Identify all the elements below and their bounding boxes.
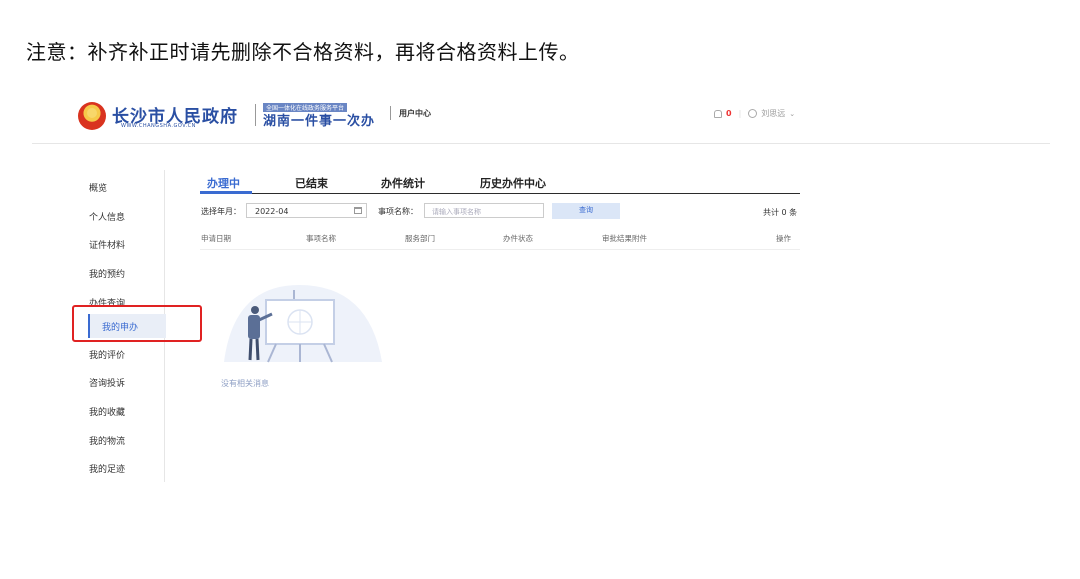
active-tab-indicator xyxy=(200,191,252,194)
column-header-attachment: 审批结果附件 xyxy=(602,234,647,243)
header-divider-line xyxy=(32,143,1050,144)
highlight-box xyxy=(72,305,202,342)
bell-icon[interactable] xyxy=(714,109,722,118)
date-value: 2022-04 xyxy=(255,207,289,216)
tab-bar-line xyxy=(200,193,800,194)
sidebar-item-my-reviews[interactable]: 我的评价 xyxy=(89,348,125,361)
tab-finished[interactable]: 已结束 xyxy=(295,175,328,191)
column-header-name: 事项名称 xyxy=(306,234,336,243)
header-divider: | xyxy=(738,109,742,118)
item-name-input[interactable] xyxy=(424,203,544,218)
header-divider xyxy=(390,106,391,120)
sidebar-item-appointments[interactable]: 我的预约 xyxy=(89,267,125,280)
sidebar-item-logistics[interactable]: 我的物流 xyxy=(89,434,125,447)
empty-state-illustration xyxy=(224,285,382,363)
user-icon xyxy=(748,109,758,118)
tab-history-center[interactable]: 历史办件中心 xyxy=(480,175,546,191)
header-user-area: 0 | 刘思远 ⌄ xyxy=(714,108,795,119)
column-header-action: 操作 xyxy=(776,234,791,243)
date-picker[interactable]: 2022-04 xyxy=(246,203,367,218)
page-title: 用户中心 xyxy=(399,109,431,118)
empty-state-text: 没有相关消息 xyxy=(221,379,269,388)
sidebar-item-personal-info[interactable]: 个人信息 xyxy=(89,210,125,223)
notice-text: 注意：补齐补正时请先删除不合格资料，再将合格资料上传。 xyxy=(26,40,580,64)
sidebar-item-overview[interactable]: 概览 xyxy=(89,181,107,194)
tab-statistics[interactable]: 办件统计 xyxy=(381,175,425,191)
chevron-down-icon[interactable]: ⌄ xyxy=(789,110,795,118)
column-header-date: 申请日期 xyxy=(201,234,231,243)
sidebar-item-footprints[interactable]: 我的足迹 xyxy=(89,462,125,475)
query-button[interactable]: 查询 xyxy=(552,203,620,219)
name-label: 事项名称： xyxy=(378,207,418,216)
user-name[interactable]: 刘思远 xyxy=(761,108,785,119)
header-divider xyxy=(255,104,256,126)
sidebar-item-documents[interactable]: 证件材料 xyxy=(89,238,125,251)
table-header-line xyxy=(200,249,800,250)
total-count: 共计 0 条 xyxy=(763,208,798,217)
sidebar-item-complaints[interactable]: 咨询投诉 xyxy=(89,376,125,389)
logo-url: WWW.CHANGSHA.GOV.CN xyxy=(121,123,196,129)
tab-in-progress[interactable]: 办理中 xyxy=(207,175,240,191)
column-header-department: 服务部门 xyxy=(405,234,435,243)
calendar-icon[interactable] xyxy=(354,207,362,214)
emblem-icon xyxy=(78,102,106,130)
date-label: 选择年月： xyxy=(201,207,241,216)
sidebar-item-favorites[interactable]: 我的收藏 xyxy=(89,405,125,418)
brand-name[interactable]: 湖南一件事一次办 xyxy=(263,110,375,129)
column-header-status: 办件状态 xyxy=(503,234,533,243)
notification-count[interactable]: 0 xyxy=(726,109,732,118)
